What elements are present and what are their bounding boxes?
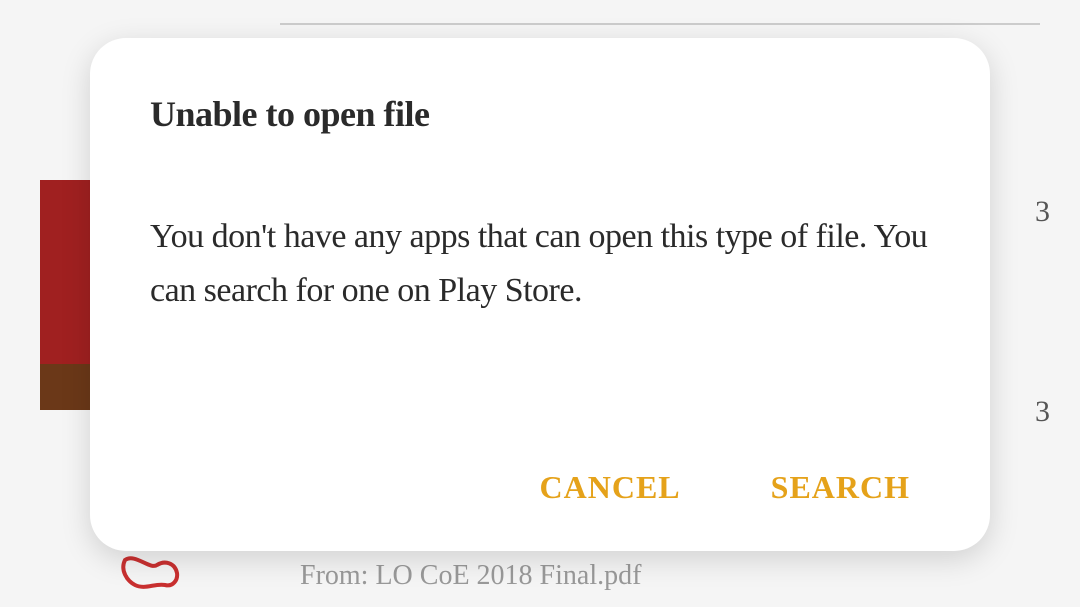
dialog-title: Unable to open file [150,93,930,135]
file-thumbnail [40,180,90,410]
dialog-message: You don't have any apps that can open th… [150,210,930,319]
alert-dialog: Unable to open file You don't have any a… [90,38,990,551]
dialog-actions: CANCEL SEARCH [150,469,930,511]
cancel-button[interactable]: CANCEL [540,469,681,506]
file-source-text: From: LO CoE 2018 Final.pdf [300,560,641,592]
divider-line [280,23,1040,25]
pdf-icon [115,555,185,595]
background-text-fragment: 3 [1035,395,1050,429]
background-text-fragment: 3 [1035,195,1050,229]
search-button[interactable]: SEARCH [771,469,910,506]
